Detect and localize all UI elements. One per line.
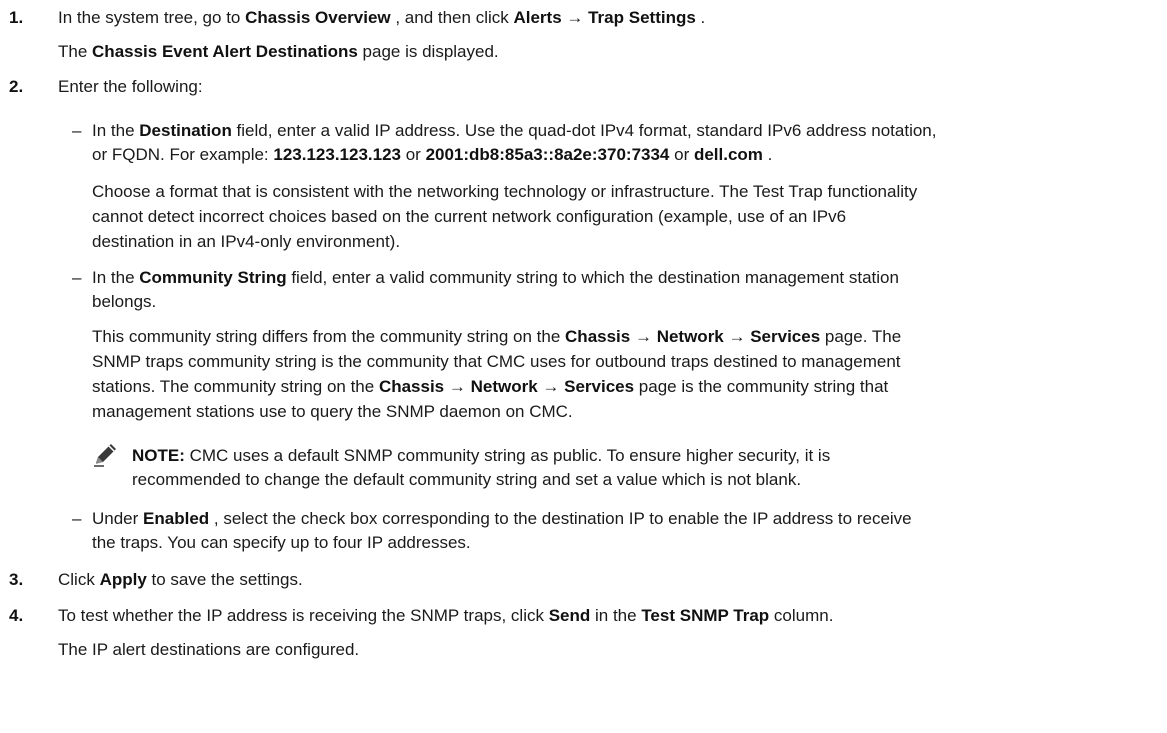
step-4-result: The IP alert destinations are configured… — [58, 640, 360, 659]
paragraph-line: management stations use to query the SNM… — [92, 402, 573, 421]
bullet-dash: – — [72, 268, 82, 287]
bullet-text: In the Destination field, enter a valid … — [92, 121, 937, 140]
paragraph-line: stations. The community string on the Ch… — [92, 377, 889, 396]
bullet-dash: – — [72, 509, 82, 528]
ui-term: Chassis Event Alert Destinations — [92, 42, 358, 61]
paragraph-line: Choose a format that is consistent with … — [92, 182, 918, 201]
ui-term: Community String — [139, 268, 287, 287]
ui-term: Destination — [139, 121, 232, 140]
ui-term: Chassis Overview — [245, 8, 391, 27]
note-label: NOTE: — [132, 446, 185, 465]
example-value: dell.com — [693, 145, 763, 164]
step-1-instruction: In the system tree, go to Chassis Overvi… — [58, 8, 706, 27]
paragraph-line: This community string differs from the c… — [92, 327, 902, 346]
paragraph-line: cannot detect incorrect choices based on… — [92, 207, 847, 226]
ui-term: Test SNMP Trap — [641, 606, 770, 625]
bullet-text: or FQDN. For example: 123.123.123.123 or… — [92, 145, 773, 164]
ui-term: Services — [750, 327, 821, 346]
step-4-instruction: To test whether the IP address is receiv… — [58, 606, 834, 625]
ui-term: Enabled — [143, 509, 210, 528]
note-text: NOTE: CMC uses a default SNMP community … — [132, 446, 831, 465]
ui-term: Trap Settings — [588, 8, 696, 27]
bullet-text: belongs. — [92, 292, 157, 311]
step-1-result: The Chassis Event Alert Destinations pag… — [58, 42, 499, 61]
bullet-text: the traps. You can specify up to four IP… — [92, 533, 471, 552]
step-3-instruction: Click Apply to save the settings. — [58, 570, 303, 589]
ui-term: Chassis — [565, 327, 631, 346]
ui-term: Chassis — [378, 377, 445, 396]
step-number: 4. — [9, 606, 24, 625]
bullet-text: In the Community String field, enter a v… — [92, 268, 899, 287]
step-number: 1. — [9, 8, 24, 27]
step-number: 2. — [9, 77, 24, 96]
ui-term: Alerts — [513, 8, 562, 27]
note-text: recommended to change the default commun… — [132, 470, 802, 489]
step-number: 3. — [9, 570, 24, 589]
bullet-text: Under Enabled , select the check box cor… — [92, 509, 912, 528]
bullet-dash: – — [72, 121, 82, 140]
example-value: 2001:db8:85a3::8a2e:370:7334 — [425, 145, 670, 164]
example-value: 123.123.123.123 — [273, 145, 401, 164]
ui-term: Apply — [99, 570, 147, 589]
step-2-instruction: Enter the following: — [58, 77, 203, 96]
ui-term: Network — [656, 327, 724, 346]
paragraph-line: SNMP traps community string is the commu… — [92, 352, 901, 371]
ui-term: Send — [548, 606, 591, 625]
ui-term: Services — [564, 377, 635, 396]
pencil-icon — [94, 444, 116, 467]
ui-term: Network — [470, 377, 538, 396]
paragraph-line: destination in an IPv4-only environment)… — [92, 232, 401, 251]
